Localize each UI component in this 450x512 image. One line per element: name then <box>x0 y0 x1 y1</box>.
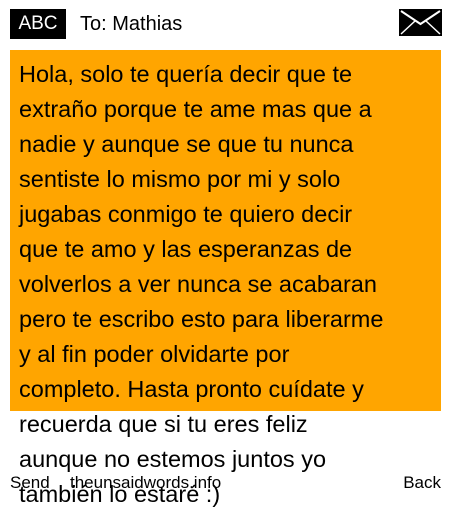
softkey-bar: Send theunsaidwords.info Back <box>0 470 450 500</box>
message-header: ABC To: Mathias <box>0 0 450 44</box>
recipient-field[interactable]: To: Mathias <box>80 9 182 39</box>
envelope-icon <box>399 9 442 36</box>
back-button[interactable]: Back <box>403 473 441 493</box>
input-mode-badge[interactable]: ABC <box>10 9 66 39</box>
message-body[interactable]: Hola, solo te quería decir que te extrañ… <box>19 57 437 512</box>
site-label: theunsaidwords.info <box>70 473 222 492</box>
send-button[interactable]: Send <box>10 473 50 493</box>
